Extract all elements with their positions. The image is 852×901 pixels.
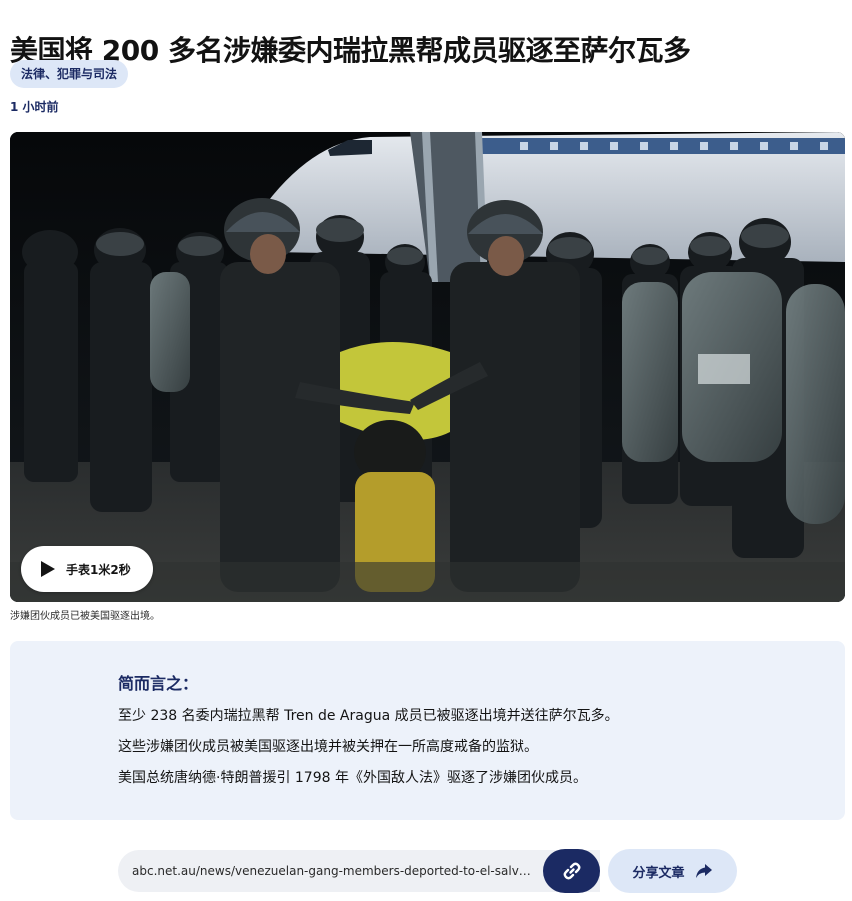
article-url-text: abc.net.au/news/venezuelan-gang-members-… <box>132 864 536 878</box>
share-arrow-icon <box>695 864 712 878</box>
share-article-label: 分享文章 <box>632 865 685 881</box>
key-points-heading: 简而言之： <box>118 674 199 693</box>
share-bar: abc.net.au/news/venezuelan-gang-members-… <box>118 849 737 893</box>
share-article-button[interactable]: 分享文章 <box>608 849 737 893</box>
article-page: 美国将 200 多名涉嫌委内瑞拉黑帮成员驱逐至萨尔瓦多 法律、犯罪与司法 1 小… <box>0 0 852 901</box>
video-thumbnail[interactable] <box>10 132 845 602</box>
play-video-button[interactable]: 手表1米2秒 <box>21 546 153 592</box>
key-points-list: 至少 238 名委内瑞拉黑帮 Tren de Aragua 成员已被驱逐出境并送… <box>118 706 619 799</box>
key-point-item: 美国总统唐纳德·特朗普援引 1798 年《外国敌人法》驱逐了涉嫌团伙成员。 <box>118 770 587 786</box>
key-point-item: 至少 238 名委内瑞拉黑帮 Tren de Aragua 成员已被驱逐出境并送… <box>118 708 619 724</box>
deportation-scene-image <box>10 132 845 602</box>
link-icon <box>563 862 580 880</box>
topic-tag-link[interactable]: 法律、犯罪与司法 <box>10 60 129 88</box>
key-points-box: 简而言之： 至少 238 名委内瑞拉黑帮 Tren de Aragua 成员已被… <box>10 641 845 820</box>
article-url-field[interactable]: abc.net.au/news/venezuelan-gang-members-… <box>118 850 600 892</box>
video-duration-label: 手表1米2秒 <box>66 562 131 577</box>
play-icon <box>41 561 55 577</box>
published-time: 1 小时前 <box>10 100 59 114</box>
key-point-item: 这些涉嫌团伙成员被美国驱逐出境并被关押在一所高度戒备的监狱。 <box>118 739 538 755</box>
copy-link-button[interactable] <box>543 849 600 893</box>
article-headline: 美国将 200 多名涉嫌委内瑞拉黑帮成员驱逐至萨尔瓦多 <box>10 33 691 67</box>
image-caption: 涉嫌团伙成员已被美国驱逐出境。 <box>10 611 160 622</box>
